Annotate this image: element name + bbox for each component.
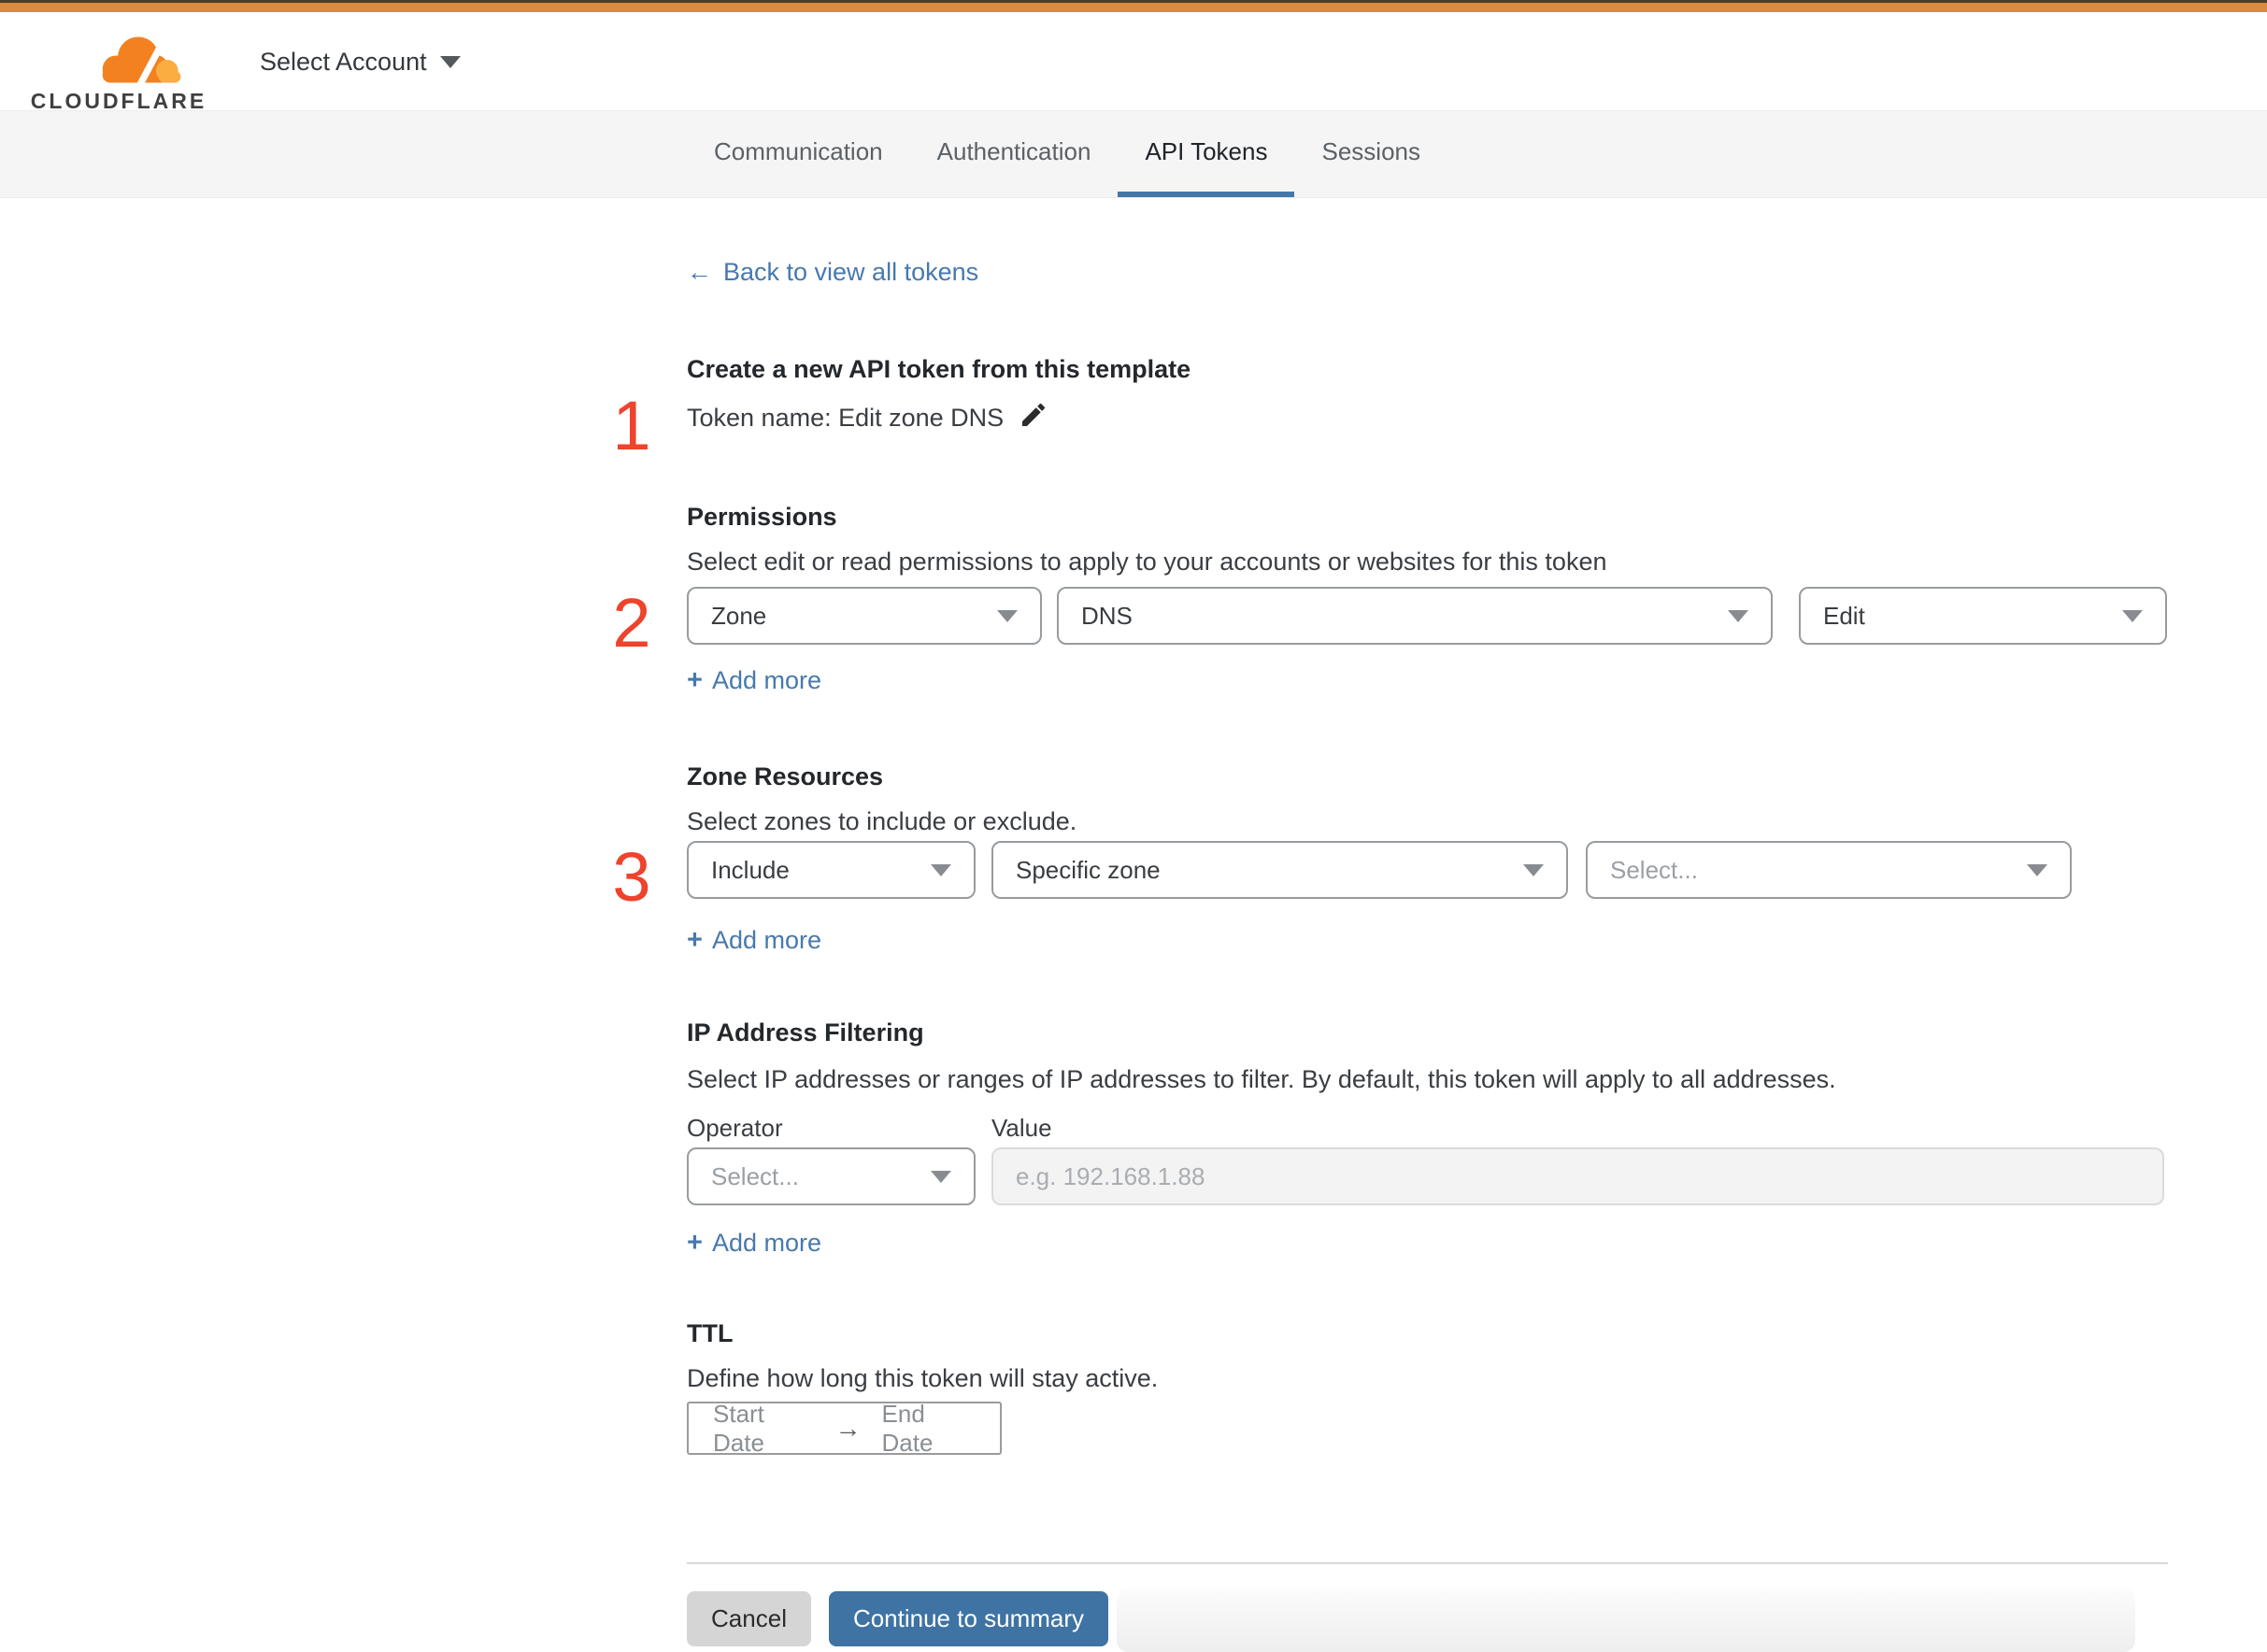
step-number-1: 1 xyxy=(612,387,651,464)
token-name-text: Token name: Edit zone DNS xyxy=(687,404,1005,432)
permission-level-value: Edit xyxy=(1823,601,1865,630)
create-token-heading: Create a new API token from this templat… xyxy=(687,355,1191,383)
ip-filtering-heading: IP Address Filtering xyxy=(687,1018,924,1047)
account-select-dropdown[interactable]: Select Account xyxy=(260,12,461,111)
chevron-down-icon xyxy=(1523,863,1544,876)
permission-scope-value: Zone xyxy=(711,601,767,630)
zone-include-dropdown[interactable]: Include xyxy=(687,841,976,899)
app-header: CLOUDFLARE Select Account xyxy=(0,12,2267,114)
permission-level-dropdown[interactable]: Edit xyxy=(1799,587,2167,645)
ttl-description: Define how long this token will stay act… xyxy=(687,1364,1159,1392)
zone-select-dropdown[interactable]: Select... xyxy=(1586,841,2072,899)
step-number-3: 3 xyxy=(612,838,651,916)
zone-type-value: Specific zone xyxy=(1016,855,1161,884)
permission-group-dropdown[interactable]: DNS xyxy=(1057,587,1773,645)
ip-filtering-description: Select IP addresses or ranges of IP addr… xyxy=(687,1065,1836,1093)
cloudflare-cloud-icon xyxy=(102,36,181,87)
start-date-placeholder: Start Date xyxy=(713,1399,764,1457)
ttl-date-range-picker[interactable]: Start Date → End Date xyxy=(687,1399,1002,1457)
back-link-label: Back to view all tokens xyxy=(723,258,979,286)
permissions-description: Select edit or read permissions to apply… xyxy=(687,548,1607,576)
footer-background-panel xyxy=(1117,1588,2135,1652)
permissions-add-more-link[interactable]: + Add more xyxy=(687,665,821,696)
add-more-label: Add more xyxy=(711,666,821,694)
chevron-down-icon xyxy=(2027,863,2047,876)
zone-resources-add-more-link[interactable]: + Add more xyxy=(687,925,821,956)
zone-include-value: Include xyxy=(711,855,790,884)
tab-communication[interactable]: Communication xyxy=(687,111,910,197)
chevron-down-icon xyxy=(931,1170,951,1183)
token-name-line: Token name: Edit zone DNS xyxy=(687,400,1048,433)
chevron-down-icon xyxy=(997,609,1018,622)
add-more-label: Add more xyxy=(711,1229,821,1257)
chevron-down-icon xyxy=(1728,609,1748,622)
tab-api-tokens[interactable]: API Tokens xyxy=(1118,111,1295,197)
top-accent-bar xyxy=(0,0,2267,12)
end-date-placeholder: End Date xyxy=(881,1399,934,1457)
cancel-button[interactable]: Cancel xyxy=(687,1591,811,1646)
profile-tabbar: Communication Authentication API Tokens … xyxy=(0,111,2267,198)
operator-label: Operator xyxy=(687,1114,783,1142)
edit-pencil-icon[interactable] xyxy=(1019,400,1048,430)
ip-filtering-add-more-link[interactable]: + Add more xyxy=(687,1228,821,1259)
step-number-2: 2 xyxy=(612,584,651,662)
permissions-heading: Permissions xyxy=(687,503,837,531)
plus-icon: + xyxy=(687,925,703,955)
plus-icon: + xyxy=(687,1228,703,1258)
cloudflare-logo: CLOUDFLARE xyxy=(29,33,208,114)
plus-icon: + xyxy=(687,665,703,695)
cloudflare-wordmark: CLOUDFLARE xyxy=(30,89,207,113)
account-select-label: Select Account xyxy=(260,47,427,76)
operator-select-dropdown[interactable]: Select... xyxy=(687,1147,976,1205)
tab-authentication[interactable]: Authentication xyxy=(910,111,1119,197)
back-arrow-icon: ← xyxy=(687,258,712,286)
footer-divider xyxy=(687,1562,2168,1564)
ttl-heading: TTL xyxy=(687,1319,734,1347)
zone-type-dropdown[interactable]: Specific zone xyxy=(991,841,1568,899)
permission-scope-dropdown[interactable]: Zone xyxy=(687,587,1042,645)
arrow-right-icon: → xyxy=(834,1413,862,1443)
chevron-down-icon xyxy=(2122,609,2143,622)
permission-group-value: DNS xyxy=(1081,601,1133,630)
ip-value-input[interactable] xyxy=(991,1147,2164,1205)
chevron-down-icon xyxy=(931,863,951,876)
zone-resources-description: Select zones to include or exclude. xyxy=(687,807,1077,835)
chevron-down-icon xyxy=(439,55,461,68)
tab-sessions[interactable]: Sessions xyxy=(1294,111,1447,197)
back-to-tokens-link[interactable]: ← Back to view all tokens xyxy=(687,258,978,287)
continue-to-summary-button[interactable]: Continue to summary xyxy=(829,1591,1108,1646)
operator-select-placeholder: Select... xyxy=(711,1161,799,1190)
zone-select-placeholder: Select... xyxy=(1610,855,1698,884)
add-more-label: Add more xyxy=(711,926,821,954)
zone-resources-heading: Zone Resources xyxy=(687,762,884,790)
value-label: Value xyxy=(991,1114,1052,1142)
